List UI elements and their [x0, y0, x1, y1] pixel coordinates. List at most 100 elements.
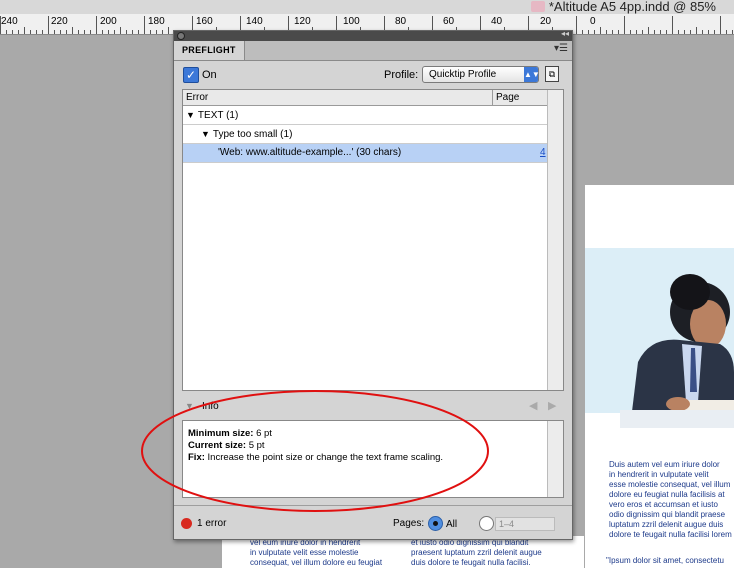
ruler-tick — [48, 16, 49, 34]
document-title: *Altitude A5 4pp.indd @ 85% — [530, 0, 716, 14]
ruler-tick — [606, 30, 607, 34]
ruler-tick — [78, 30, 79, 34]
ruler-tick — [114, 30, 115, 34]
ruler-tick — [66, 30, 67, 34]
ruler-label: 220 — [51, 16, 68, 27]
column-divider[interactable] — [492, 90, 493, 105]
on-label: On — [202, 69, 217, 81]
min-size-line: Minimum size: 6 pt — [188, 428, 272, 439]
info-section-header: ▼ Info ◀ ▶ — [182, 399, 564, 415]
column-header-page[interactable]: Page — [496, 92, 519, 103]
next-arrow-icon[interactable]: ▶ — [548, 399, 556, 412]
define-profiles-icon[interactable]: ⧉ — [545, 66, 559, 82]
people-image — [620, 262, 734, 428]
ruler-tick — [594, 30, 595, 34]
collapse-icon[interactable]: ◂◂ — [561, 29, 569, 38]
pages-range-radio[interactable] — [479, 516, 494, 531]
ruler-label: 120 — [294, 16, 311, 27]
pull-quote-text: "Ipsum dolor sit amet, consectetu — [606, 556, 725, 565]
ruler-tick — [126, 30, 127, 34]
ruler-label: 160 — [196, 16, 213, 27]
ruler-tick — [654, 30, 655, 34]
error-status-icon — [181, 518, 192, 529]
fix-line: Fix: Increase the point size or change t… — [188, 452, 444, 463]
disclosure-triangle-icon[interactable]: ▼ — [185, 401, 194, 411]
tab-preflight[interactable]: PREFLIGHT — [174, 41, 245, 60]
info-scrollbar[interactable] — [547, 421, 563, 497]
disclosure-triangle-icon[interactable]: ▼ — [201, 125, 210, 143]
ruler-tick — [90, 30, 91, 34]
ruler-tick — [642, 30, 643, 34]
table-row[interactable]: ▼ Type too small (1) — [183, 125, 549, 144]
ruler-tick — [162, 30, 163, 34]
profile-label: Profile: — [384, 69, 419, 81]
table-row[interactable]: ▼ TEXT (1) — [183, 106, 549, 125]
ruler-tick — [30, 30, 31, 34]
ruler-tick — [624, 16, 625, 34]
ruler-tick — [144, 16, 145, 34]
previous-arrow-icon[interactable]: ◀ — [529, 399, 537, 412]
page-link[interactable]: 4 — [540, 144, 546, 162]
panel-tab-row: PREFLIGHT ▾☰ — [174, 41, 572, 61]
error-table: Error Page ▼ TEXT (1) ▼ Type too small (1)… — [182, 89, 564, 391]
ruler-label: 0 — [590, 16, 596, 27]
ruler-tick — [708, 30, 709, 34]
current-size-line: Current size: 5 pt — [188, 440, 265, 451]
table-row-selected[interactable]: 'Web: www.altitude-example...' (30 chars… — [183, 144, 549, 163]
profile-value: Quicktip Profile — [429, 69, 497, 80]
ruler-tick — [582, 30, 583, 34]
body-text-left: vel eum iriure dolor in hendrerit in vul… — [250, 538, 383, 567]
ruler-label: 80 — [395, 16, 407, 27]
ruler-label: 60 — [443, 16, 455, 27]
ruler-tick — [42, 30, 43, 34]
profile-dropdown[interactable]: Quicktip Profile ▲▼ — [422, 66, 540, 83]
ruler-tick — [630, 30, 631, 34]
ruler-tick — [588, 30, 589, 34]
ruler-tick — [678, 30, 679, 34]
error-count: 1 error — [197, 518, 227, 529]
ruler-tick — [36, 30, 37, 34]
ruler-tick — [636, 30, 637, 34]
column-header-error[interactable]: Error — [186, 92, 208, 103]
ruler-tick — [690, 30, 691, 34]
ruler-label: 200 — [100, 16, 117, 27]
preflight-panel: ◂◂ PREFLIGHT ▾☰ ✓ On Profile: Quicktip P… — [173, 29, 573, 540]
ruler-tick — [24, 27, 25, 34]
body-text-column: Duis autem vel eum iriure dolor in hendr… — [609, 460, 732, 539]
close-icon[interactable] — [177, 32, 185, 40]
ruler-tick — [732, 30, 733, 34]
ruler-tick — [96, 16, 97, 34]
ruler-tick — [102, 30, 103, 34]
ruler-tick — [576, 16, 577, 34]
radio-selected-dot — [433, 521, 438, 526]
ruler-tick — [54, 30, 55, 34]
ruler-tick — [696, 27, 697, 34]
ruler-label: 100 — [343, 16, 360, 27]
info-label: Info — [202, 401, 219, 412]
ruler-tick — [672, 16, 673, 34]
ruler-tick — [60, 30, 61, 34]
ruler-tick — [168, 27, 169, 34]
ruler-tick — [720, 16, 721, 34]
ruler-label: 180 — [148, 16, 165, 27]
table-scrollbar[interactable] — [547, 90, 563, 390]
pages-all-radio[interactable] — [428, 516, 443, 531]
ruler-label: 20 — [540, 16, 552, 27]
panel-title-bar[interactable]: ◂◂ — [174, 29, 572, 41]
ruler-tick — [120, 27, 121, 34]
business-photo — [620, 262, 734, 428]
ruler-tick — [666, 30, 667, 34]
ruler-label: 140 — [246, 16, 263, 27]
ruler-tick — [18, 30, 19, 34]
panel-menu-icon[interactable]: ▾☰ — [554, 43, 568, 54]
ruler-tick — [156, 30, 157, 34]
ruler-tick — [138, 30, 139, 34]
ruler-label: 240 — [1, 16, 18, 27]
ruler-tick — [12, 30, 13, 34]
info-box: Minimum size: 6 pt Current size: 5 pt Fi… — [182, 420, 564, 498]
ruler-tick — [72, 27, 73, 34]
on-checkbox[interactable]: ✓ — [183, 67, 199, 83]
disclosure-triangle-icon[interactable]: ▼ — [186, 106, 195, 124]
pages-range-input[interactable]: 1–4 — [495, 517, 555, 531]
title-bar: *Altitude A5 4pp.indd @ 85% — [0, 0, 734, 14]
